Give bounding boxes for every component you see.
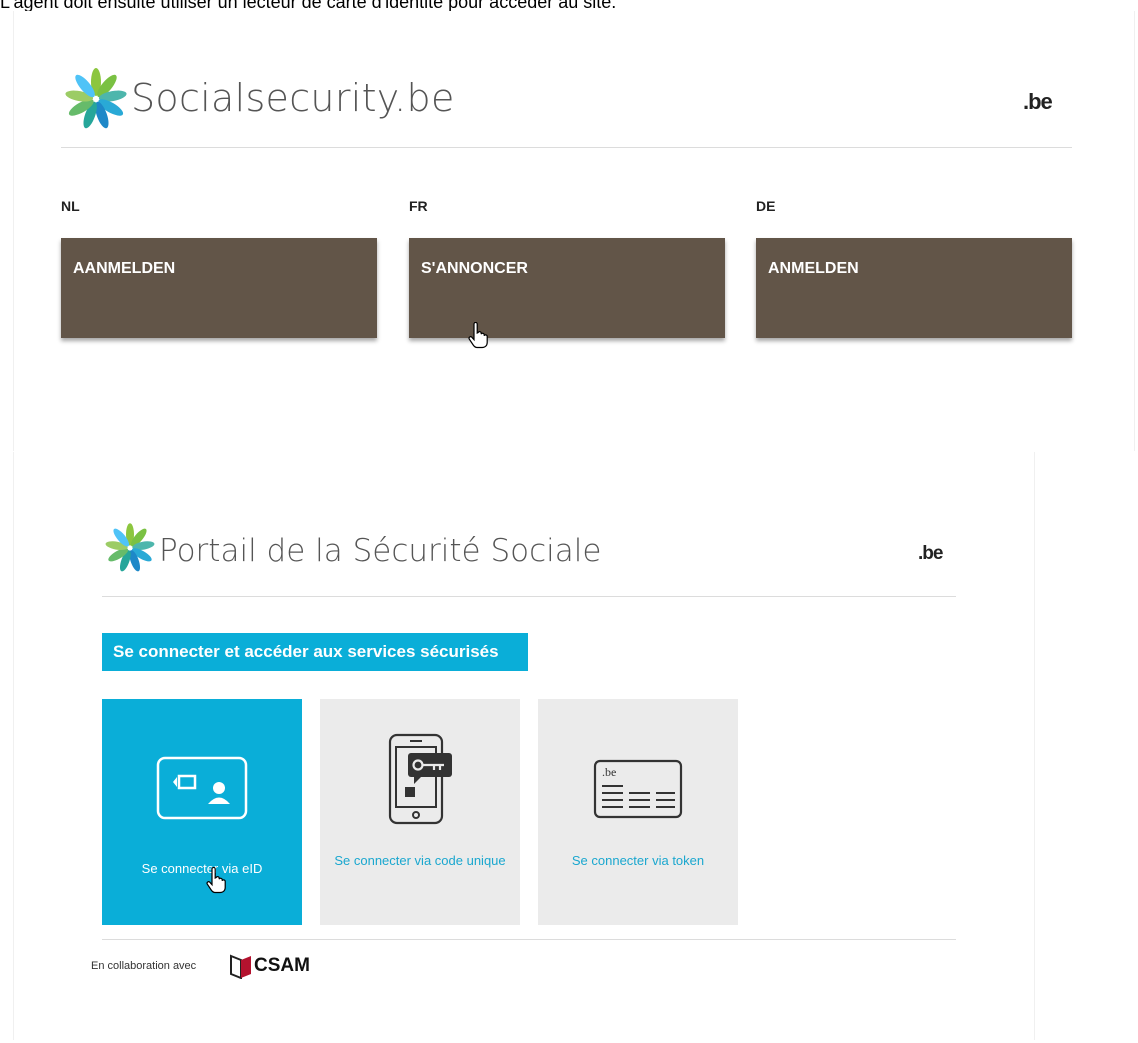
language-label-fr: FR bbox=[409, 198, 428, 214]
eid-card-icon bbox=[156, 756, 248, 820]
language-label-de: DE bbox=[756, 198, 776, 214]
portal-title: Portail de la Sécurité Sociale bbox=[159, 533, 602, 569]
token-card-icon: .be bbox=[593, 759, 683, 819]
site-title: Socialsecurity.be bbox=[131, 76, 455, 120]
login-button-label: S'ANNONCER bbox=[421, 260, 528, 277]
be-logo: .be bbox=[1023, 89, 1053, 114]
portal-logo-icon bbox=[105, 523, 155, 572]
language-selection-panel: Socialsecurity.be .be NL FR DE AANMELDEN… bbox=[13, 11, 1135, 451]
header-divider bbox=[102, 596, 956, 597]
header-divider bbox=[61, 147, 1072, 148]
login-option-token[interactable]: .be Se connecter via token bbox=[538, 699, 738, 925]
login-option-label: Se connecter via eID bbox=[141, 861, 263, 876]
login-button-label: AANMELDEN bbox=[73, 260, 176, 277]
csam-logo-icon bbox=[230, 954, 251, 979]
login-option-code-unique[interactable]: Se connecter via code unique bbox=[320, 699, 520, 925]
csam-logo-text: CSAM bbox=[254, 955, 310, 976]
login-portal-panel: Portail de la Sécurité Sociale .be Se co… bbox=[13, 452, 1035, 1040]
login-option-label: Se connecter via token bbox=[571, 853, 705, 868]
svg-text:.be: .be bbox=[602, 765, 616, 779]
login-option-label: Se connecter via code unique bbox=[334, 853, 506, 868]
footer-divider bbox=[102, 939, 956, 940]
collaboration-text: En collaboration avec bbox=[91, 960, 197, 972]
login-button-de[interactable]: ANMELDEN bbox=[756, 238, 1072, 338]
login-button-nl[interactable]: AANMELDEN bbox=[61, 238, 377, 338]
hand-cursor-icon bbox=[468, 322, 488, 349]
login-button-label: ANMELDEN bbox=[768, 260, 859, 277]
smartphone-key-icon bbox=[388, 733, 452, 825]
login-option-eid[interactable]: Se connecter via eID bbox=[102, 699, 302, 925]
section-heading: Se connecter et accéder aux services séc… bbox=[102, 633, 528, 671]
be-logo: .be bbox=[918, 543, 943, 564]
login-button-fr[interactable]: S'ANNONCER bbox=[409, 238, 725, 338]
hand-cursor-icon bbox=[206, 867, 226, 894]
language-label-nl: NL bbox=[61, 198, 80, 214]
socialsecurity-logo-icon bbox=[65, 68, 127, 129]
